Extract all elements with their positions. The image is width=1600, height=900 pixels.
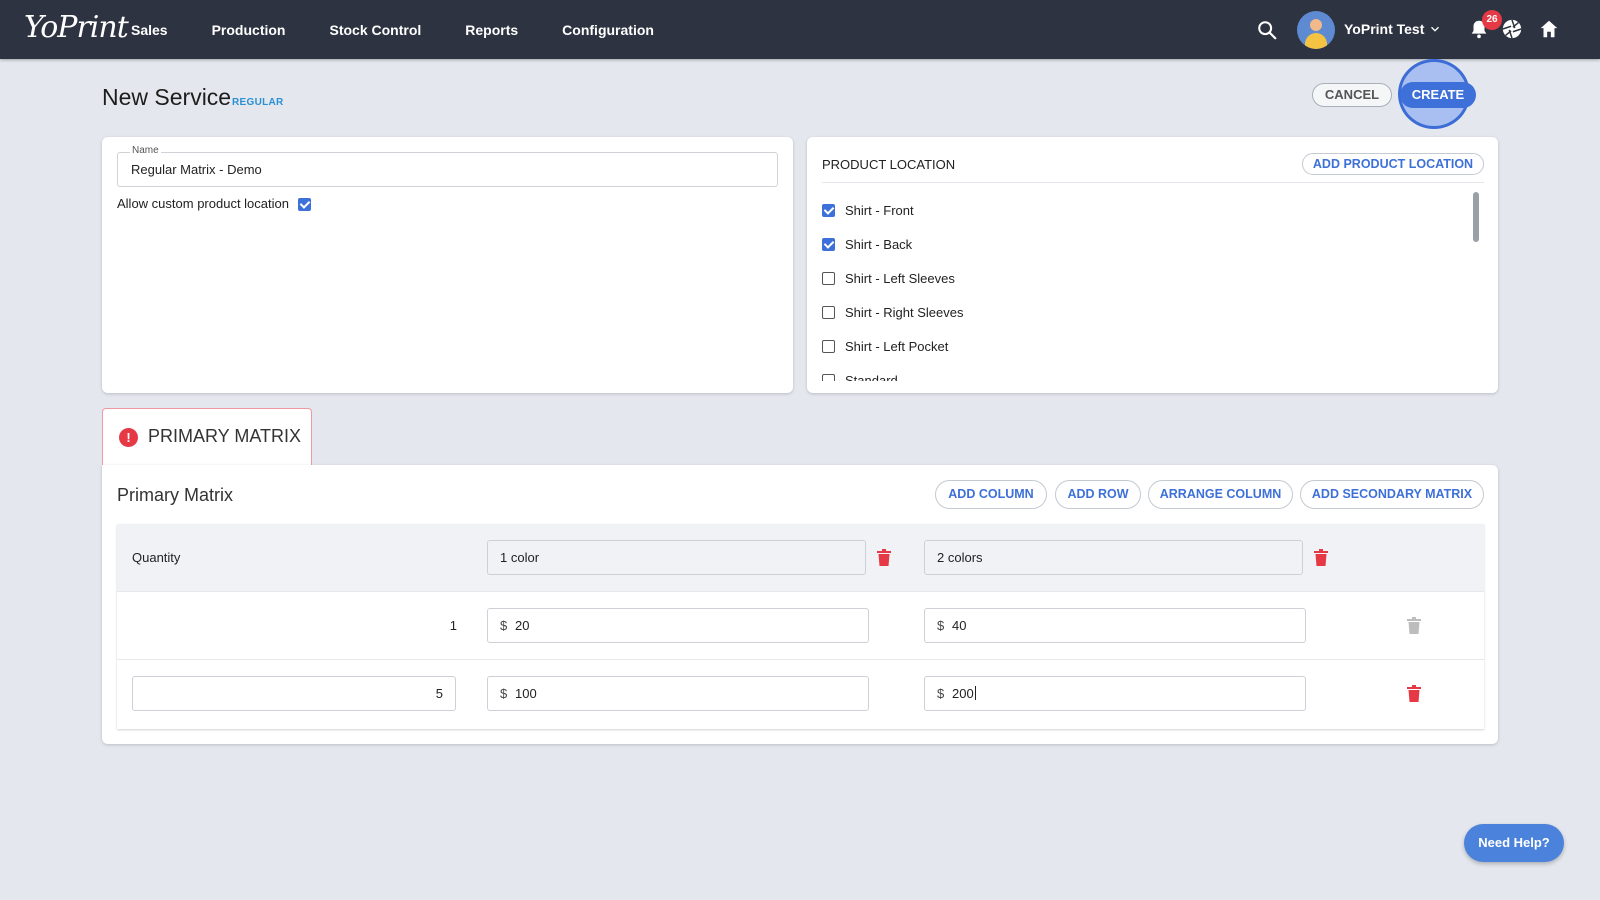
matrix-header-row: Quantity 1 color 2 colors — [117, 524, 1484, 591]
price-input-focused[interactable]: $ 200 — [924, 676, 1306, 711]
search-icon[interactable] — [1256, 19, 1278, 41]
column-name-input[interactable]: 2 colors — [924, 540, 1303, 575]
nav-item-production[interactable]: Production — [212, 22, 286, 38]
location-checkbox[interactable] — [822, 306, 835, 319]
location-item[interactable]: Shirt - Back — [822, 235, 1422, 255]
notification-badge: 26 — [1482, 10, 1502, 30]
column-name-value[interactable]: 1 color — [500, 550, 539, 565]
error-icon: ! — [119, 428, 138, 447]
matrix-grid: Quantity 1 color 2 colors 1 $ 20 $ 40 5 … — [117, 524, 1484, 729]
location-checkbox[interactable] — [822, 340, 835, 353]
trash-icon[interactable] — [1314, 549, 1328, 566]
add-product-location-button[interactable]: ADD PRODUCT LOCATION — [1302, 153, 1484, 175]
price-value[interactable]: 20 — [515, 618, 529, 633]
nav-item-sales[interactable]: Sales — [131, 22, 168, 38]
column-name-input[interactable]: 1 color — [487, 540, 866, 575]
location-label: Standard — [845, 373, 898, 381]
column-name-value[interactable]: 2 colors — [937, 550, 983, 565]
service-details-card: Name Regular Matrix - Demo Allow custom … — [102, 137, 793, 393]
name-field-value[interactable]: Regular Matrix - Demo — [131, 162, 262, 177]
location-scrollbar[interactable] — [1473, 192, 1479, 242]
trash-icon[interactable] — [1407, 685, 1421, 702]
name-field-label: Name — [130, 145, 161, 156]
arrange-column-button[interactable]: ARRANGE COLUMN — [1148, 480, 1293, 509]
matrix-row: 1 $ 20 $ 40 — [117, 591, 1484, 659]
location-checkbox[interactable] — [822, 374, 835, 381]
product-location-list[interactable]: Shirt - Front Shirt - Back Shirt - Left … — [822, 191, 1462, 381]
location-label: Shirt - Left Pocket — [845, 339, 949, 354]
price-input[interactable]: $ 20 — [487, 608, 869, 643]
allow-custom-location-checkbox[interactable] — [298, 198, 311, 211]
matrix-row: 5 $ 100 $ 200 — [117, 659, 1484, 729]
location-label: Shirt - Front — [845, 203, 914, 218]
trash-icon — [1407, 617, 1421, 634]
divider — [822, 182, 1484, 183]
product-location-title: PRODUCT LOCATION — [822, 157, 956, 172]
avatar[interactable] — [1297, 11, 1335, 49]
currency-symbol: $ — [500, 686, 508, 701]
nav-item-stock-control[interactable]: Stock Control — [329, 22, 421, 38]
add-row-button[interactable]: ADD ROW — [1055, 480, 1141, 509]
trash-icon[interactable] — [877, 549, 891, 566]
quantity-header: Quantity — [132, 550, 181, 565]
matrix-title: Primary Matrix — [117, 485, 233, 505]
tab-primary-matrix[interactable]: ! PRIMARY MATRIX — [102, 408, 312, 465]
currency-symbol: $ — [937, 686, 945, 701]
location-checkbox[interactable] — [822, 272, 835, 285]
quantity-value[interactable]: 5 — [436, 686, 443, 701]
currency-symbol: $ — [500, 618, 508, 633]
chevron-down-icon[interactable] — [1428, 22, 1442, 36]
page-title: New Service — [102, 84, 232, 110]
location-item[interactable]: Shirt - Right Sleeves — [822, 303, 1422, 323]
allow-custom-location-label: Allow custom product location — [117, 196, 289, 211]
location-item[interactable]: Shirt - Left Sleeves — [822, 269, 1422, 289]
app-logo[interactable]: YoPrint — [24, 10, 129, 45]
add-secondary-matrix-button[interactable]: ADD SECONDARY MATRIX — [1300, 480, 1484, 509]
location-item[interactable]: Shirt - Front — [822, 201, 1422, 221]
price-input[interactable]: $ 40 — [924, 608, 1306, 643]
nav-item-configuration[interactable]: Configuration — [562, 22, 654, 38]
price-input[interactable]: $ 100 — [487, 676, 869, 711]
tab-label: PRIMARY MATRIX — [148, 426, 302, 446]
location-label: Shirt - Right Sleeves — [845, 305, 964, 320]
price-value[interactable]: 40 — [952, 618, 966, 633]
name-field[interactable]: Name Regular Matrix - Demo — [117, 145, 778, 187]
currency-symbol: $ — [937, 618, 945, 633]
service-type-tag: REGULAR — [232, 97, 284, 108]
cancel-button[interactable]: CANCEL — [1312, 83, 1392, 107]
aperture-icon[interactable] — [1501, 18, 1523, 40]
location-checkbox[interactable] — [822, 238, 835, 251]
need-help-button[interactable]: Need Help? — [1464, 824, 1564, 862]
primary-matrix-card: Primary Matrix ADD COLUMN ADD ROW ARRANG… — [102, 465, 1498, 744]
location-label: Shirt - Back — [845, 237, 913, 252]
location-item[interactable]: Shirt - Left Pocket — [822, 337, 1422, 357]
main-nav: Sales Production Stock Control Reports C… — [131, 0, 698, 59]
top-bar: YoPrint Sales Production Stock Control R… — [0, 0, 1600, 59]
location-item[interactable]: Standard — [822, 371, 1422, 381]
location-label: Shirt - Left Sleeves — [845, 271, 955, 286]
price-value[interactable]: 200 — [952, 686, 974, 701]
user-name[interactable]: YoPrint Test — [1344, 21, 1424, 37]
location-checkbox[interactable] — [822, 204, 835, 217]
row-quantity: 1 — [449, 618, 457, 633]
price-value[interactable]: 100 — [515, 686, 537, 701]
price-value-wrap[interactable]: 200 — [952, 686, 976, 701]
create-button[interactable]: CREATE — [1400, 82, 1476, 108]
nav-item-reports[interactable]: Reports — [465, 22, 518, 38]
home-icon[interactable] — [1538, 18, 1560, 40]
text-caret — [974, 686, 976, 700]
product-location-card: PRODUCT LOCATION ADD PRODUCT LOCATION Sh… — [807, 137, 1498, 393]
add-column-button[interactable]: ADD COLUMN — [935, 480, 1047, 509]
quantity-input[interactable]: 5 — [132, 676, 456, 711]
